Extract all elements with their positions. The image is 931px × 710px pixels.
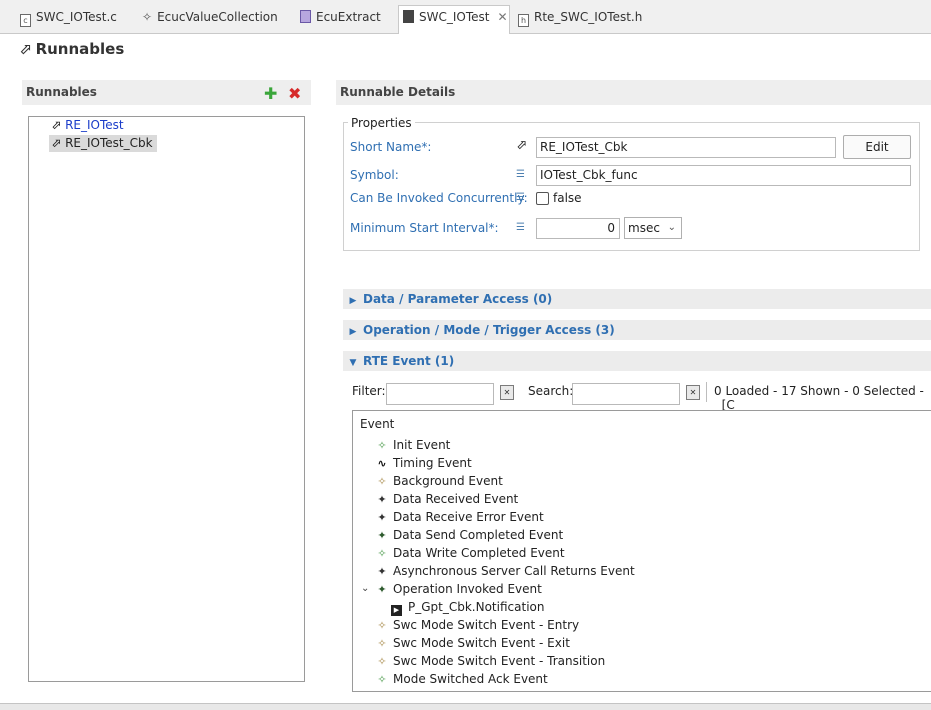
list-item[interactable]: ✧ Data Write Completed Event [375, 544, 564, 562]
tab-swc-iotest-c[interactable]: c SWC_IOTest.c [16, 6, 117, 30]
status-text: 0 Loaded - 17 Shown - 0 Selected - [C [714, 384, 924, 412]
list-item[interactable]: ✧ Init Event [375, 436, 450, 454]
event-tan-icon: ✧ [377, 655, 387, 668]
filter-input[interactable] [386, 383, 494, 405]
event-list[interactable]: Event ✧ Init Event ∿ Timing Event ✧ Backgro… [352, 410, 931, 692]
runnables-tree[interactable]: ⬀ RE_IOTest ⬀ RE_IOTest_Cbk [28, 116, 305, 682]
list-item-expanded[interactable]: ✦ Operation Invoked Event [375, 580, 541, 598]
rte-event-section[interactable]: ▼ RTE Event (1) [343, 351, 931, 371]
properties-label: Properties [348, 116, 415, 130]
operation-port-icon: ▶ [391, 605, 402, 616]
list-item[interactable]: ✦ Data Received Event [375, 490, 518, 508]
divider [706, 382, 707, 402]
field-type-icon: ☰ [516, 169, 525, 180]
runnable-icon: ⬀ [51, 136, 62, 150]
c-file-icon: c [20, 14, 31, 27]
chevron-down-icon[interactable]: ⌄ [361, 583, 369, 594]
field-type-icon: ☰ [516, 192, 525, 203]
min-start-interval-label: Minimum Start Interval*: [350, 221, 499, 235]
timing-wave-icon: ∿ [377, 457, 387, 470]
symbol-field[interactable]: IOTest_Cbk_func [536, 165, 911, 186]
clear-search-icon[interactable]: ✕ [686, 385, 700, 400]
event-dark-icon: ✦ [377, 565, 387, 578]
page-title: ⬀ Runnables [19, 40, 125, 58]
event-tan-icon: ✧ [377, 637, 387, 650]
swc-icon [403, 10, 414, 23]
edit-button[interactable]: Edit [843, 135, 911, 159]
tab-ecu-extract[interactable]: EcuExtract [296, 6, 381, 30]
close-tab-icon[interactable]: ✕ [497, 10, 507, 24]
list-item[interactable]: ✧ Swc Mode Switch Event - Entry [375, 616, 579, 634]
list-item[interactable]: ✧ Background Event [375, 472, 502, 490]
event-column-header: Event [360, 417, 395, 431]
short-name-field[interactable]: RE_IOTest_Cbk [536, 137, 836, 158]
runnable-icon: ⬀ [516, 138, 527, 153]
list-item[interactable]: ✧ Swc Mode Switch Event - Transition [375, 652, 605, 670]
search-label: Search: [528, 384, 574, 398]
collapse-arrow-icon: ▼ [349, 358, 357, 368]
tab-ecuc-value-collection[interactable]: ✧ EcucValueCollection [138, 6, 278, 30]
chevron-down-icon: ⌄ [667, 222, 676, 233]
runnable-icon: ⬀ [51, 118, 62, 132]
ecu-extract-icon [300, 10, 311, 23]
symbol-label: Symbol: [350, 168, 399, 182]
runnable-details-header: Runnable Details [336, 80, 931, 105]
list-item[interactable]: ∿ Timing Event [375, 454, 471, 472]
event-green-icon: ✧ [377, 439, 387, 452]
concurrent-checkbox[interactable] [536, 192, 549, 205]
event-dark-icon: ✦ [377, 583, 387, 596]
list-item[interactable]: ✧ Swc Mode Switch Event - Exit [375, 634, 570, 652]
operation-mode-trigger-section[interactable]: ▶ Operation / Mode / Trigger Access (3) [343, 320, 931, 340]
add-icon[interactable]: ✚ [264, 84, 277, 103]
event-dark-icon: ✦ [377, 511, 387, 524]
ecuc-icon: ✧ [142, 10, 153, 24]
unit-select[interactable]: msec ⌄ [624, 217, 682, 239]
bottom-tab-strip [0, 703, 931, 710]
short-name-label: Short Name*: [350, 140, 432, 154]
expand-arrow-icon: ▶ [349, 296, 357, 306]
list-item[interactable]: ✦ Asynchronous Server Call Returns Event [375, 562, 634, 580]
event-tan-icon: ✧ [377, 619, 387, 632]
concurrent-label: Can Be Invoked Concurrently: [350, 191, 528, 205]
list-item-child[interactable]: ▶ P_Gpt_Cbk.Notification [391, 598, 544, 616]
list-item[interactable]: ✧ Mode Switched Ack Event [375, 670, 547, 688]
event-dark-icon: ✦ [377, 493, 387, 506]
min-start-interval-field[interactable]: 0 [536, 218, 620, 239]
concurrent-value: false [553, 191, 582, 205]
runnable-item[interactable]: ⬀ RE_IOTest [49, 117, 128, 134]
filter-label: Filter: [352, 384, 386, 398]
list-item[interactable]: ✦ Data Send Completed Event [375, 526, 563, 544]
event-dark-icon: ✦ [377, 529, 387, 542]
tab-rte-swc-iotest-h[interactable]: h Rte_SWC_IOTest.h [514, 6, 642, 30]
field-type-icon: ☰ [516, 222, 525, 233]
event-tan-icon: ✧ [377, 475, 387, 488]
h-file-icon: h [518, 14, 529, 27]
list-item[interactable]: ✦ Data Receive Error Event [375, 508, 543, 526]
data-parameter-access-section[interactable]: ▶ Data / Parameter Access (0) [343, 289, 931, 309]
runnable-item-selected[interactable]: ⬀ RE_IOTest_Cbk [49, 135, 157, 152]
search-input[interactable] [572, 383, 680, 405]
event-green-icon: ✧ [377, 547, 387, 560]
runnable-icon: ⬀ [19, 40, 32, 58]
clear-filter-icon[interactable]: ✕ [500, 385, 514, 400]
event-green-icon: ✧ [377, 673, 387, 686]
delete-icon[interactable]: ✖ [288, 84, 301, 103]
tab-swc-iotest[interactable]: SWC_IOTest ✕ [398, 5, 510, 34]
editor-tab-bar: c SWC_IOTest.c ✧ EcucValueCollection EcuEx… [0, 0, 931, 34]
expand-arrow-icon: ▶ [349, 327, 357, 337]
